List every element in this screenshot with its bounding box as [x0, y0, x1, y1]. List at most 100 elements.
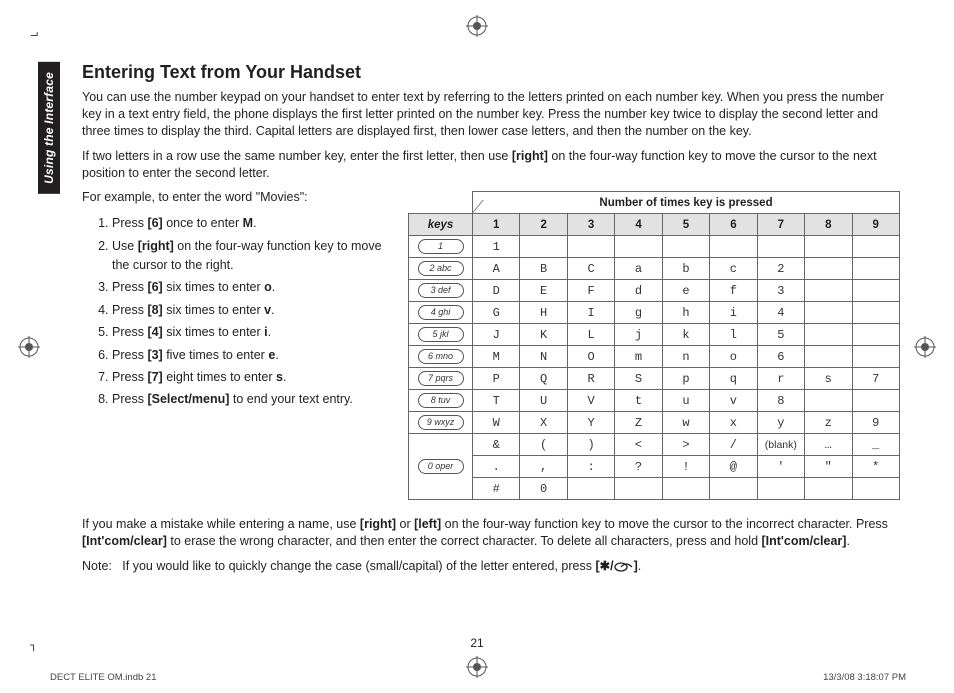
table-cell: Y	[567, 412, 614, 434]
table-row: 7 pqrsPQRSpqrs7	[409, 368, 900, 390]
table-col-header: 2	[520, 214, 567, 236]
table-col-header: 7	[757, 214, 804, 236]
table-cell	[805, 236, 852, 258]
table-cell: >	[662, 434, 709, 456]
table-cell: p	[662, 368, 709, 390]
table-cell: e	[662, 280, 709, 302]
table-cell: u	[662, 390, 709, 412]
table-row: 9 wxyzWXYZwxyz9	[409, 412, 900, 434]
registration-mark-icon	[914, 336, 936, 358]
keycap: 4 ghi	[409, 302, 473, 324]
table-col-header: 5	[662, 214, 709, 236]
example-steps: Press [6] once to enter M.Use [right] on…	[82, 214, 390, 409]
table-corner	[409, 192, 473, 214]
table-cell: E	[520, 280, 567, 302]
table-cell: U	[520, 390, 567, 412]
table-cell: '	[757, 456, 804, 478]
table-col-header: 4	[615, 214, 662, 236]
table-cell: "	[805, 456, 852, 478]
table-cell	[662, 478, 709, 500]
footer-left: DECT ELITE OM.indb 21	[50, 672, 156, 683]
keycap: 0 oper	[409, 434, 473, 500]
table-cell	[615, 478, 662, 500]
table-cell	[757, 478, 804, 500]
table-col-header: 6	[710, 214, 757, 236]
table-cell: d	[615, 280, 662, 302]
table-cell: I	[567, 302, 614, 324]
table-col-header: 8	[805, 214, 852, 236]
table-row: 11	[409, 236, 900, 258]
table-cell: !	[662, 456, 709, 478]
table-cell: S	[615, 368, 662, 390]
table-cell: i	[710, 302, 757, 324]
table-cell: r	[757, 368, 804, 390]
keycap: 1	[409, 236, 473, 258]
table-cell	[710, 236, 757, 258]
table-col-header: 1	[473, 214, 520, 236]
table-cell: :	[567, 456, 614, 478]
table-col-header: 3	[567, 214, 614, 236]
table-col-header: 9	[852, 214, 900, 236]
table-cell: g	[615, 302, 662, 324]
keycap: 7 pqrs	[409, 368, 473, 390]
intro-paragraph-1: You can use the number keypad on your ha…	[82, 89, 900, 140]
table-cell: 3	[757, 280, 804, 302]
table-cell: V	[567, 390, 614, 412]
page-number: 21	[0, 636, 954, 650]
table-cell: 7	[852, 368, 900, 390]
footer-right: 13/3/08 3:18:07 PM	[823, 672, 906, 683]
table-cell: H	[520, 302, 567, 324]
table-cell: …	[805, 434, 852, 456]
table-cell: t	[615, 390, 662, 412]
table-cell: v	[710, 390, 757, 412]
table-cell: Z	[615, 412, 662, 434]
table-cell: W	[473, 412, 520, 434]
table-cell	[852, 478, 900, 500]
table-cell: k	[662, 324, 709, 346]
crop-mark-icon: ⌐	[30, 28, 38, 44]
table-cell	[567, 478, 614, 500]
table-cell: q	[710, 368, 757, 390]
table-row: 8 tuvTUVtuv8	[409, 390, 900, 412]
table-cell: &	[473, 434, 520, 456]
table-cell: 4	[757, 302, 804, 324]
table-cell: L	[567, 324, 614, 346]
table-row: 2 abcABCabc2	[409, 258, 900, 280]
table-cell: 6	[757, 346, 804, 368]
table-cell: @	[710, 456, 757, 478]
table-cell: f	[710, 280, 757, 302]
keycap: 2 abc	[409, 258, 473, 280]
table-cell: n	[662, 346, 709, 368]
table-cell: P	[473, 368, 520, 390]
table-cell: s	[805, 368, 852, 390]
table-row: #0	[409, 478, 900, 500]
list-item: Press [Select/menu] to end your text ent…	[112, 390, 390, 409]
table-cell	[852, 346, 900, 368]
table-cell: y	[757, 412, 804, 434]
keycap: 3 def	[409, 280, 473, 302]
table-cell: x	[710, 412, 757, 434]
table-cell: ?	[615, 456, 662, 478]
tone-key-icon	[614, 562, 634, 572]
table-cell: K	[520, 324, 567, 346]
table-cell	[805, 390, 852, 412]
list-item: Press [4] six times to enter i.	[112, 323, 390, 342]
table-cell: F	[567, 280, 614, 302]
table-cell	[710, 478, 757, 500]
table-keys-header: keys	[409, 214, 473, 236]
table-cell: 9	[852, 412, 900, 434]
table-cell: (	[520, 434, 567, 456]
table-cell	[805, 324, 852, 346]
keycap: 6 mno	[409, 346, 473, 368]
table-cell: D	[473, 280, 520, 302]
table-row: 6 mnoMNOmno6	[409, 346, 900, 368]
list-item: Press [7] eight times to enter s.	[112, 368, 390, 387]
table-cell: Q	[520, 368, 567, 390]
table-cell	[520, 236, 567, 258]
table-cell	[852, 324, 900, 346]
table-cell	[662, 236, 709, 258]
table-cell	[615, 236, 662, 258]
table-cell: <	[615, 434, 662, 456]
table-cell: 2	[757, 258, 804, 280]
table-cell	[852, 258, 900, 280]
